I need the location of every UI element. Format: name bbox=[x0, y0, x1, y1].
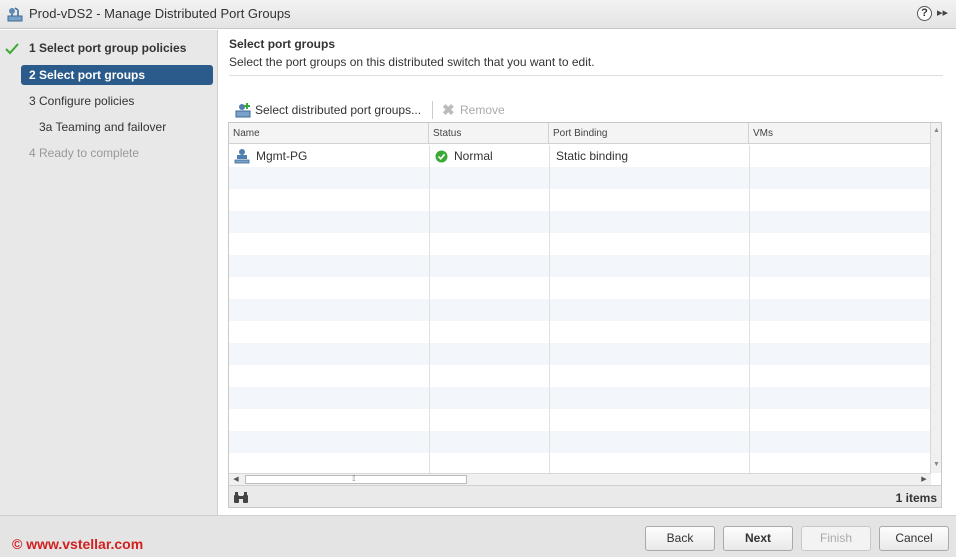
cell-status: Normal bbox=[454, 149, 493, 163]
column-header-name[interactable]: Name bbox=[229, 123, 429, 144]
next-button[interactable]: Next bbox=[723, 526, 793, 551]
port-groups-table: Name Status Port Binding VMs Mgmt-PG Nor… bbox=[228, 122, 942, 508]
help-button[interactable]: ? bbox=[917, 6, 932, 21]
scroll-right-icon[interactable]: ▶ bbox=[919, 475, 929, 485]
select-port-groups-label: Select distributed port groups... bbox=[255, 103, 422, 117]
checkmark-icon bbox=[5, 43, 19, 55]
table-row-empty bbox=[229, 365, 931, 387]
column-divider bbox=[429, 145, 430, 473]
add-port-group-icon bbox=[235, 103, 251, 118]
scroll-down-icon[interactable]: ▼ bbox=[932, 460, 941, 470]
wizard-steps-sidebar: 1 Select port group policies 2 Select po… bbox=[0, 30, 218, 515]
step-select-port-groups[interactable]: 2 Select port groups bbox=[21, 65, 213, 85]
table-row-empty bbox=[229, 233, 931, 255]
remove-label: Remove bbox=[460, 103, 505, 117]
divider bbox=[229, 75, 943, 76]
table-row-empty bbox=[229, 255, 931, 277]
column-header-vms[interactable]: VMs bbox=[749, 123, 931, 144]
page-title: Select port groups bbox=[229, 37, 336, 51]
expand-icon[interactable]: ▸▸ bbox=[937, 6, 953, 22]
table-row-empty bbox=[229, 189, 931, 211]
title-bar: Prod-vDS2 - Manage Distributed Port Grou… bbox=[0, 0, 956, 29]
table-row[interactable]: Mgmt-PG Normal Static binding bbox=[229, 145, 931, 167]
table-row-empty bbox=[229, 277, 931, 299]
grip-icon: ⁞⁞ bbox=[352, 474, 356, 483]
cell-name: Mgmt-PG bbox=[256, 149, 308, 163]
watermark-text: © www.vstellar.com bbox=[12, 536, 144, 552]
table-row-empty bbox=[229, 167, 931, 189]
column-header-port-binding[interactable]: Port Binding bbox=[549, 123, 749, 144]
table-row-empty bbox=[229, 453, 931, 475]
column-header-status[interactable]: Status bbox=[429, 123, 549, 144]
table-row-empty bbox=[229, 409, 931, 431]
binoculars-icon[interactable] bbox=[233, 491, 249, 504]
toolbar-separator bbox=[432, 101, 433, 119]
distributed-switch-icon bbox=[7, 7, 23, 22]
step-ready-to-complete: 4 Ready to complete bbox=[29, 146, 140, 160]
window-title: Prod-vDS2 - Manage Distributed Port Grou… bbox=[29, 6, 291, 21]
step-teaming-and-failover[interactable]: 3a Teaming and failover bbox=[21, 117, 213, 137]
scroll-left-icon[interactable]: ◀ bbox=[231, 475, 241, 485]
wizard-footer: © www.vstellar.com Back Next Finish Canc… bbox=[0, 515, 956, 557]
table-header: Name Status Port Binding VMs bbox=[229, 123, 931, 144]
table-row-empty bbox=[229, 431, 931, 453]
main-content: Select port groups Select the port group… bbox=[219, 30, 956, 515]
cancel-button[interactable]: Cancel bbox=[879, 526, 949, 551]
table-row-empty bbox=[229, 211, 931, 233]
column-divider bbox=[749, 145, 750, 473]
vertical-scrollbar[interactable]: ▲ ▼ bbox=[930, 123, 941, 473]
port-group-icon bbox=[234, 149, 250, 164]
table-row-empty bbox=[229, 343, 931, 365]
scrollbar-thumb[interactable]: ⁞⁞ bbox=[245, 474, 467, 484]
horizontal-scrollbar[interactable]: ◀ ⁞⁞ ▶ bbox=[229, 473, 931, 485]
step-configure-policies[interactable]: 3 Configure policies bbox=[21, 91, 213, 111]
item-count: 1 items bbox=[895, 491, 937, 505]
scroll-up-icon[interactable]: ▲ bbox=[932, 126, 941, 136]
table-row-empty bbox=[229, 387, 931, 409]
table-row-empty bbox=[229, 321, 931, 343]
status-ok-icon bbox=[435, 150, 448, 163]
cell-port-binding: Static binding bbox=[556, 149, 629, 163]
table-footer: 1 items bbox=[229, 485, 941, 507]
remove-x-icon: ✖ bbox=[442, 102, 455, 119]
table-row-empty bbox=[229, 299, 931, 321]
column-divider bbox=[549, 145, 550, 473]
back-button[interactable]: Back bbox=[645, 526, 715, 551]
step-select-port-group-policies[interactable]: 1 Select port group policies bbox=[21, 38, 213, 58]
table-body: Mgmt-PG Normal Static binding bbox=[229, 145, 931, 473]
page-description: Select the port groups on this distribut… bbox=[229, 55, 595, 69]
finish-button: Finish bbox=[801, 526, 871, 551]
